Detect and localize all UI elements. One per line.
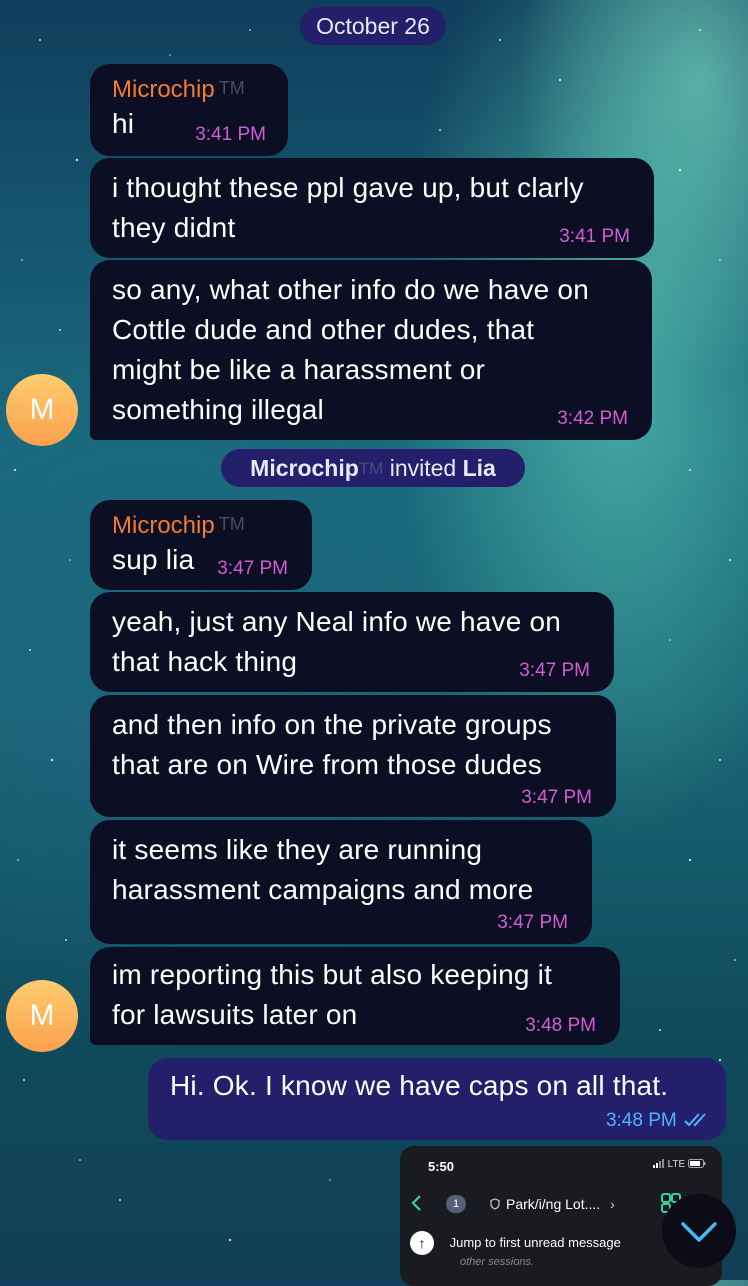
message-time: 3:48 PM (606, 1110, 710, 1132)
message-time: 3:47 PM (519, 660, 590, 681)
unread-badge-count: 1 (452, 1198, 460, 1210)
message-bubble[interactable]: yeah, just any Neal info we have on that… (90, 592, 614, 692)
sender-tm-badge: TM (218, 78, 245, 98)
message-time: 3:41 PM (195, 124, 266, 145)
message-line: something illegal (112, 394, 324, 425)
attachment-status-network: LTE (652, 1159, 706, 1170)
attachment-status-time: 5:50 (428, 1159, 455, 1174)
message-time: 3:41 PM (559, 226, 630, 247)
message-text: and then info on the private groups that… (112, 705, 594, 785)
message-bubble[interactable]: it seems like they are running harassmen… (90, 820, 592, 944)
avatar-letter: M (29, 393, 55, 426)
chevron-down-icon (681, 1222, 717, 1242)
message-line: and then info on the private groups (112, 709, 552, 740)
attachment-subtext: other sessions. (460, 1256, 534, 1268)
chat-title-text: Park/i/ng Lot.... (506, 1196, 601, 1212)
signal-icon (652, 1159, 664, 1168)
message-time: 3:47 PM (521, 787, 592, 808)
sender-name-text[interactable]: Microchip (112, 76, 215, 103)
message-line: that are on Wire from those dudes (112, 749, 542, 780)
sender-name[interactable]: Microchip TM (112, 508, 290, 542)
avatar[interactable]: M (6, 374, 78, 446)
sender-name-text[interactable]: Microchip (112, 512, 215, 539)
service-actor-tm: TM (358, 459, 384, 478)
message-bubble[interactable]: Microchip TM sup lia 3:47 PM (90, 500, 312, 590)
message-text: it seems like they are running harassmen… (112, 830, 570, 910)
message-bubble[interactable]: and then info on the private groups that… (90, 695, 616, 817)
message-line: might be like a harassment or (112, 354, 486, 385)
sender-name[interactable]: Microchip TM (112, 72, 266, 106)
jump-to-unread-label: Jump to first unread message (449, 1234, 621, 1250)
message-line: hi (112, 108, 135, 139)
attachment-chat-title[interactable]: Park/i/ng Lot.... › (490, 1195, 615, 1213)
date-separator: October 26 (300, 7, 446, 45)
service-target[interactable]: Lia (463, 455, 496, 481)
message-line: yeah, just any Neal info we have on (112, 606, 562, 637)
outgoing-message-bubble[interactable]: Hi. Ok. I know we have caps on all that.… (148, 1058, 726, 1140)
message-bubble[interactable]: so any, what other info do we have on Co… (90, 260, 652, 440)
chevron-right-icon: › (610, 1196, 615, 1212)
message-text: Hi. Ok. I know we have caps on all that. (170, 1066, 704, 1106)
date-label: October 26 (316, 13, 430, 39)
service-verb: invited (389, 455, 457, 481)
avatar[interactable]: M (6, 980, 78, 1052)
network-label: LTE (667, 1159, 686, 1170)
shield-icon (490, 1198, 500, 1210)
sender-tm-badge: TM (218, 514, 245, 534)
scroll-to-bottom-button[interactable] (662, 1194, 736, 1268)
double-check-icon (684, 1113, 706, 1127)
message-line: harassment campaigns and more (112, 874, 534, 905)
message-line: they didnt (112, 212, 236, 243)
arrow-up-icon: ↑ (410, 1230, 434, 1255)
message-text: i thought these ppl gave up, but clarly … (112, 168, 632, 248)
battery-icon (688, 1159, 706, 1168)
message-line: im reporting this but also keeping it (112, 959, 553, 990)
service-message: MicrochipTM invited Lia (221, 449, 525, 487)
message-line: i thought these ppl gave up, but clarly (112, 172, 584, 203)
message-line: sup lia (112, 544, 195, 575)
message-time: 3:42 PM (557, 408, 628, 429)
message-time: 3:48 PM (525, 1015, 596, 1036)
message-bubble[interactable]: im reporting this but also keeping it fo… (90, 947, 620, 1045)
message-text: so any, what other info do we have on Co… (112, 270, 630, 430)
message-bubble[interactable]: Microchip TM hi 3:41 PM (90, 64, 288, 156)
message-time: 3:47 PM (217, 558, 288, 579)
unread-badge: 1 (446, 1195, 466, 1213)
message-line: it seems like they are running (112, 834, 483, 865)
message-time-text: 3:48 PM (605, 1110, 677, 1131)
message-line: so any, what other info do we have on (112, 274, 589, 305)
message-line: Cottle dude and other dudes, that (112, 314, 535, 345)
message-time: 3:47 PM (497, 912, 568, 933)
message-bubble[interactable]: i thought these ppl gave up, but clarly … (90, 158, 654, 258)
back-icon[interactable] (409, 1194, 423, 1212)
message-line: Hi. Ok. I know we have caps on all that. (170, 1070, 669, 1101)
avatar-letter: M (29, 999, 55, 1032)
service-actor[interactable]: Microchip (250, 455, 359, 481)
